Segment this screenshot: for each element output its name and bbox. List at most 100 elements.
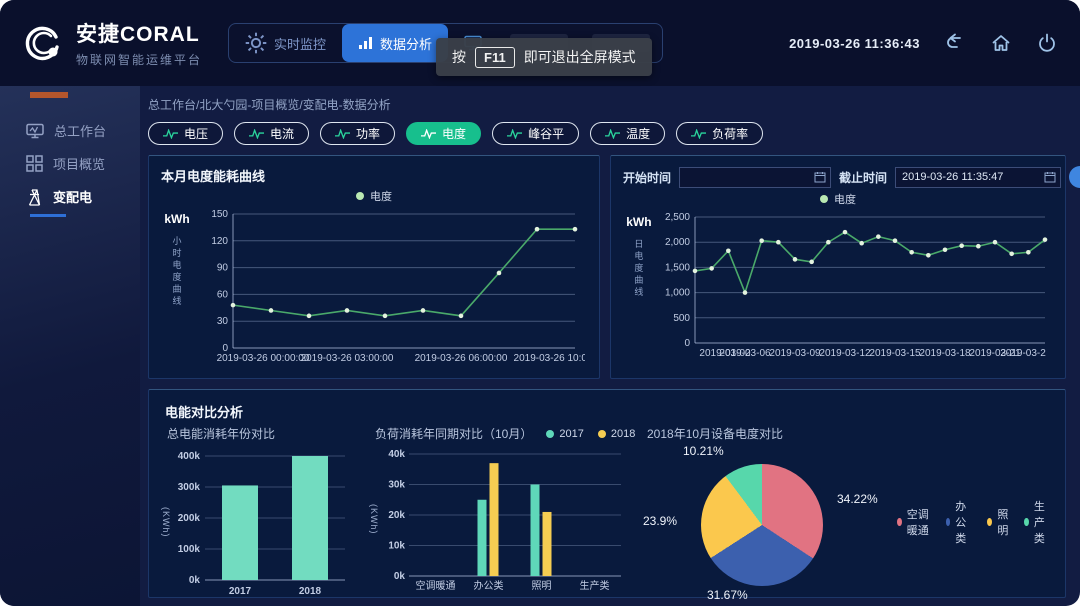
- pulse-icon: [421, 129, 436, 139]
- nav-item-data-analysis[interactable]: 数据分析: [342, 24, 448, 62]
- tab-peak-valley[interactable]: 峰谷平: [492, 122, 579, 145]
- legend-dot: [356, 192, 364, 200]
- tab-voltage[interactable]: 电压: [148, 122, 223, 145]
- year-chart-title: 总电能消耗年份对比: [161, 425, 369, 442]
- power-icon[interactable]: [1036, 32, 1058, 54]
- pie-legend-office[interactable]: 办公类: [946, 498, 975, 546]
- svg-text:400k: 400k: [178, 451, 201, 462]
- bar-chart-icon: [358, 36, 373, 50]
- svg-text:150: 150: [211, 209, 228, 220]
- logo: 安捷CORAL 物联网智能运维平台: [22, 18, 202, 68]
- tab-energy[interactable]: 电度: [406, 122, 481, 145]
- datetime: 2019-03-26 11:36:43: [789, 36, 920, 51]
- start-time-input[interactable]: [686, 171, 814, 183]
- legend-dot: [820, 195, 828, 203]
- tab-load-rate[interactable]: 负荷率: [676, 122, 763, 145]
- search-button[interactable]: 搜索: [1069, 166, 1080, 188]
- pulse-icon: [249, 129, 264, 139]
- sidebar-item-substation[interactable]: 变配电: [0, 180, 140, 213]
- legend-label: 空调暖通: [907, 506, 933, 538]
- pie-legend-hvac[interactable]: 空调暖通: [897, 506, 933, 538]
- home-icon[interactable]: [990, 32, 1012, 54]
- hourly-line-chart: 03060901201502019-03-26 00:00:002019-03-…: [193, 206, 585, 364]
- metric-tabs: 电压 电流 功率 电度 峰谷平: [148, 122, 1066, 145]
- svg-text:2019-03-2: 2019-03-2: [1000, 348, 1046, 359]
- sidebar-item-workbench[interactable]: 总工作台: [0, 114, 140, 147]
- pulse-icon: [691, 129, 706, 139]
- end-time-input[interactable]: [902, 171, 1044, 183]
- sidebar: 总工作台 项目概览 变配电: [0, 86, 140, 606]
- tab-temperature[interactable]: 温度: [590, 122, 665, 145]
- pie-legend-production[interactable]: 生产类: [1024, 498, 1053, 546]
- tab-label: 峰谷平: [528, 125, 564, 142]
- legend-2017[interactable]: 2017: [546, 428, 583, 440]
- svg-text:空调暖通: 空调暖通: [416, 579, 456, 592]
- year-bar-chart: 0k100k200k300k400k20172018: [171, 446, 353, 598]
- pulse-icon: [335, 129, 350, 139]
- device-pie-chart[interactable]: [701, 464, 823, 586]
- svg-text:60: 60: [217, 289, 229, 300]
- nav-item-label: 数据分析: [380, 34, 432, 53]
- sidebar-item-label: 总工作台: [54, 121, 106, 140]
- svg-text:30: 30: [217, 316, 229, 327]
- tab-label: 温度: [626, 125, 650, 142]
- topbar-right: 2019-03-26 11:36:43: [789, 32, 1058, 54]
- tab-current[interactable]: 电流: [234, 122, 309, 145]
- tab-label: 电流: [270, 125, 294, 142]
- svg-text:0k: 0k: [189, 575, 201, 586]
- pie-legend-lighting[interactable]: 照明: [987, 506, 1011, 538]
- sidebar-item-label: 项目概览: [53, 154, 105, 173]
- daily-axis-name: 日电度曲线: [632, 239, 645, 299]
- legend-dot: [946, 518, 951, 526]
- end-time-label: 截止时间: [839, 169, 887, 186]
- svg-text:0: 0: [684, 338, 690, 349]
- hourly-legend[interactable]: 电度: [161, 188, 587, 204]
- tab-label: 负荷率: [712, 125, 748, 142]
- toast-press-text: 按: [452, 47, 466, 67]
- sidebar-item-projects[interactable]: 项目概览: [0, 147, 140, 180]
- svg-text:生产类: 生产类: [580, 579, 610, 592]
- pie-label-hvac: 34.22%: [837, 492, 878, 506]
- grid-icon: [26, 155, 43, 172]
- svg-text:2017: 2017: [229, 586, 252, 597]
- svg-text:2019-03-18: 2019-03-18: [919, 348, 971, 359]
- svg-text:40k: 40k: [388, 449, 405, 460]
- daily-legend[interactable]: 电度: [623, 191, 1053, 207]
- legend-label: 生产类: [1034, 498, 1053, 546]
- legend-dot: [987, 518, 992, 526]
- toast-key-f11: F11: [475, 47, 515, 68]
- legend-dot: [897, 518, 902, 526]
- svg-text:2019-03-06: 2019-03-06: [719, 348, 771, 359]
- legend-label: 2018: [611, 428, 635, 440]
- sidebar-accent-bar: [30, 92, 68, 98]
- svg-text:2019-03-26 00:00:00: 2019-03-26 00:00:00: [217, 353, 310, 364]
- svg-text:2019-03-15: 2019-03-15: [869, 348, 921, 359]
- calendar-icon[interactable]: [1044, 171, 1056, 183]
- start-time-label: 开始时间: [623, 169, 671, 186]
- svg-text:10k: 10k: [388, 541, 405, 552]
- svg-text:2019-03-26 03:00:00: 2019-03-26 03:00:00: [301, 353, 394, 364]
- toast-message: 即可退出全屏模式: [524, 47, 636, 67]
- svg-text:2019-03-12: 2019-03-12: [819, 348, 871, 359]
- legend-label: 办公类: [955, 498, 974, 546]
- legend-label: 照明: [997, 506, 1011, 538]
- tab-label: 功率: [356, 125, 380, 142]
- topbar: 安捷CORAL 物联网智能运维平台 实时监控: [0, 0, 1080, 86]
- nav-item-realtime[interactable]: 实时监控: [229, 24, 342, 62]
- line-charts-row: 本月电度能耗曲线 电度 kWh 小时电度曲线 03060901201502019…: [148, 155, 1066, 379]
- back-icon[interactable]: [944, 32, 966, 54]
- sidebar-item-label: 变配电: [53, 187, 92, 206]
- pie-legend: 空调暖通 办公类 照明: [897, 498, 1053, 546]
- gear-icon: [245, 32, 267, 54]
- tab-power[interactable]: 功率: [320, 122, 395, 145]
- svg-text:办公类: 办公类: [474, 579, 504, 592]
- svg-text:500: 500: [673, 313, 690, 324]
- sidebar-active-underline: [30, 214, 66, 217]
- start-time-input-wrap: [679, 167, 831, 188]
- svg-text:2019-03-26 10:00: 2019-03-26 10:00: [514, 353, 585, 364]
- legend-dot: [598, 430, 606, 438]
- calendar-icon[interactable]: [814, 171, 826, 183]
- legend-2018[interactable]: 2018: [598, 428, 635, 440]
- fullscreen-toast: 按 F11 即可退出全屏模式: [436, 38, 652, 76]
- pie-chart-title: 2018年10月设备电度对比: [641, 425, 1053, 442]
